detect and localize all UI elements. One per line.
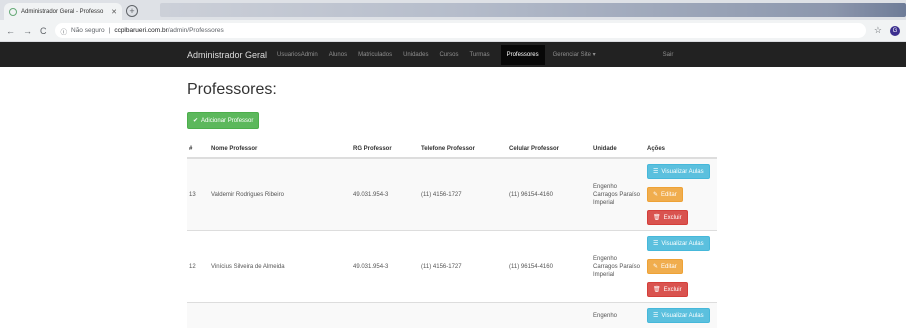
nav-usuariosadmin[interactable]: UsuariosAdmin [277, 52, 318, 58]
header-rg: RG Professor [351, 141, 419, 159]
row-rg: 49.031.954-3 [351, 157, 419, 231]
row-telefone: (11) 4156-1727 [419, 230, 507, 303]
trash-icon: 🗑 [653, 287, 661, 293]
row-actions: ☰ Visualizar Aulas [645, 302, 717, 328]
delete-button[interactable]: 🗑 Excluir [647, 282, 688, 297]
row-index: 12 [187, 230, 209, 303]
header-acoes: Ações [645, 141, 717, 159]
trash-icon: 🗑 [653, 215, 661, 221]
row-actions: ☰ Visualizar Aulas ✎ Editar 🗑 Excluir [645, 157, 717, 231]
row-actions: ☰ Visualizar Aulas ✎ Editar 🗑 Excluir [645, 230, 717, 303]
view-classes-button[interactable]: ☰ Visualizar Aulas [647, 236, 710, 251]
new-tab-button[interactable]: + [126, 5, 138, 17]
page-title: Professores: [187, 81, 277, 98]
header-unidade: Unidade [591, 141, 645, 159]
profile-avatar[interactable]: G [890, 25, 900, 36]
row-unidade: Engenho Carragos Paraíso Imperial [591, 230, 645, 303]
bookmark-star-icon[interactable]: ☆ [874, 25, 882, 36]
check-icon: ✔ [193, 118, 199, 124]
browser-tab[interactable]: Administrador Geral - Professo ✕ [4, 3, 122, 20]
view-classes-button[interactable]: ☰ Visualizar Aulas [647, 164, 710, 179]
row-celular [507, 302, 591, 328]
security-label: Não seguro [71, 27, 105, 34]
address-bar: ← → C ⓘ Não seguro | ccplbarueri.com.br/… [0, 20, 906, 42]
add-professor-button[interactable]: ✔ Adicionar Professor [187, 112, 260, 129]
nav-alunos[interactable]: Alunos [329, 52, 347, 58]
edit-label: Editar [661, 191, 677, 198]
nav-matriculados[interactable]: Matriculados [358, 52, 392, 58]
nav-turmas[interactable]: Turmas [469, 52, 489, 58]
row-celular: (11) 96154-4160 [507, 230, 591, 303]
table-header-row: # Nome Professor RG Professor Telefone P… [187, 141, 717, 159]
row-index [187, 302, 209, 328]
row-index: 13 [187, 157, 209, 231]
header-index: # [187, 141, 209, 159]
row-telefone: (11) 4156-1727 [419, 157, 507, 231]
professors-table: # Nome Professor RG Professor Telefone P… [187, 141, 717, 328]
view-classes-label: Visualizar Aulas [661, 312, 704, 319]
view-classes-label: Visualizar Aulas [661, 168, 704, 175]
back-icon[interactable]: ← [6, 26, 15, 36]
list-icon: ☰ [653, 241, 659, 247]
reload-icon[interactable]: C [40, 26, 47, 36]
delete-button[interactable]: 🗑 Excluir [647, 210, 688, 225]
url-path: /admin/Professores [167, 27, 224, 34]
site-navbar: Administrador Geral UsuariosAdmin Alunos… [0, 42, 906, 67]
row-name [209, 302, 351, 328]
nav-cursos[interactable]: Cursos [439, 52, 458, 58]
delete-label: Excluir [663, 214, 682, 221]
edit-button[interactable]: ✎ Editar [647, 187, 683, 202]
row-unidade: Engenho [591, 302, 645, 328]
delete-label: Excluir [663, 286, 682, 293]
header-telefone: Telefone Professor [419, 141, 507, 159]
main-content: Professores: ✔ Adicionar Professor # Nom… [187, 67, 727, 328]
row-name: Valdemir Rodrigues Ribeiro [209, 157, 351, 231]
forward-icon[interactable]: → [23, 26, 32, 36]
pencil-icon: ✎ [653, 192, 659, 198]
row-rg [351, 302, 419, 328]
close-tab-icon[interactable]: ✕ [111, 8, 117, 16]
nav-professores[interactable]: Professores [500, 44, 545, 65]
nav-sair[interactable]: Sair [663, 52, 674, 58]
row-telefone [419, 302, 507, 328]
table-row: 13 Valdemir Rodrigues Ribeiro 49.031.954… [187, 157, 717, 231]
view-classes-button[interactable]: ☰ Visualizar Aulas [647, 308, 710, 323]
list-icon: ☰ [653, 169, 659, 175]
header-name: Nome Professor [209, 141, 351, 159]
browser-tabstrip: Administrador Geral - Professo ✕ + [0, 0, 906, 20]
info-icon[interactable]: ⓘ [61, 26, 68, 36]
row-rg: 49.031.954-3 [351, 230, 419, 303]
list-icon: ☰ [653, 313, 659, 319]
nav-gerenciar-site[interactable]: Gerenciar Site ▾ [553, 51, 596, 58]
table-row: Engenho ☰ Visualizar Aulas [187, 302, 717, 328]
edit-button[interactable]: ✎ Editar [647, 259, 683, 274]
pencil-icon: ✎ [653, 264, 659, 270]
navbar-brand[interactable]: Administrador Geral [187, 50, 267, 60]
nav-unidades[interactable]: Unidades [403, 52, 428, 58]
blurred-tabs [160, 3, 906, 17]
add-professor-label: Adicionar Professor [201, 117, 254, 124]
view-classes-label: Visualizar Aulas [661, 240, 704, 247]
row-celular: (11) 96154-4160 [507, 157, 591, 231]
header-celular: Celular Professor [507, 141, 591, 159]
edit-label: Editar [661, 263, 677, 270]
row-name: Vinícius Silveira de Almeida [209, 230, 351, 303]
row-unidade: Engenho Carragos Paraíso Imperial [591, 157, 645, 231]
favicon-icon [9, 7, 17, 16]
url-host: ccplbarueri.com.br [114, 27, 168, 34]
url-field[interactable]: ⓘ Não seguro | ccplbarueri.com.br/admin/… [54, 23, 866, 38]
tab-title: Administrador Geral - Professo [21, 8, 104, 15]
table-row: 12 Vinícius Silveira de Almeida 49.031.9… [187, 230, 717, 303]
